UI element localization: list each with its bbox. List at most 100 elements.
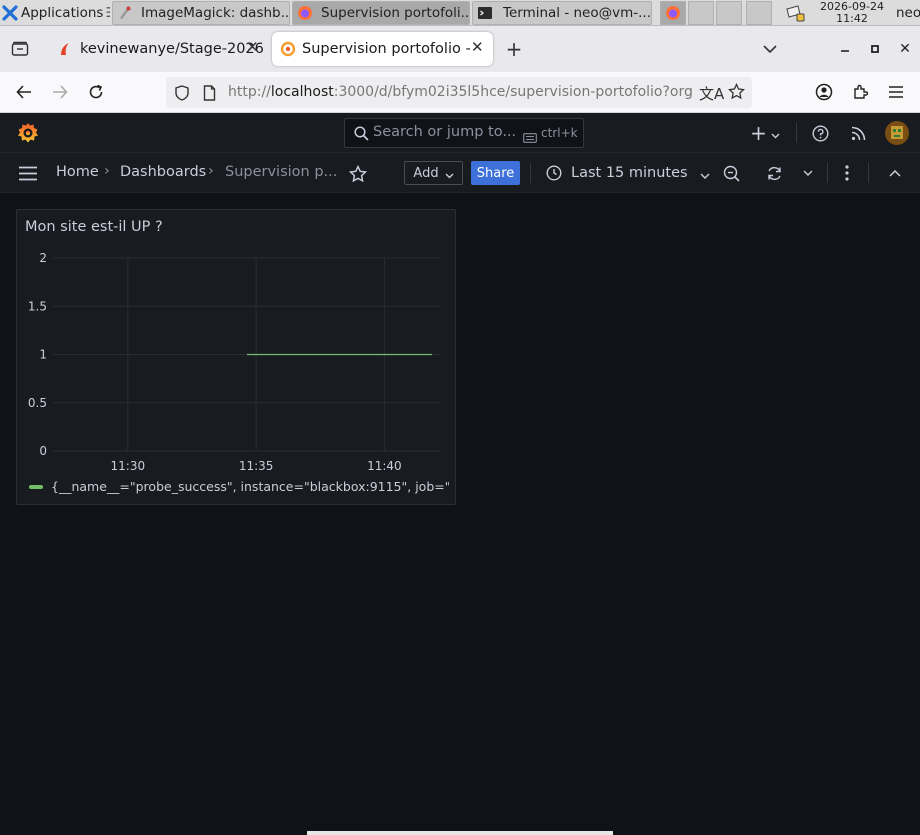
chevron-down-icon (771, 124, 780, 143)
legend: {__name__="probe_success", instance="bla… (29, 479, 449, 494)
share-button[interactable]: Share (471, 161, 520, 185)
search-icon (354, 126, 369, 145)
forward-arrow-icon[interactable] (47, 80, 73, 104)
task-terminal[interactable]: Terminal - neo@vm-... (472, 1, 652, 25)
time-range-picker[interactable]: Last 15 minutes (546, 161, 710, 185)
more-options-icon[interactable] (837, 162, 857, 184)
tab-grafana[interactable]: Supervision portofolio - D ✕ (272, 32, 493, 66)
add-button[interactable]: Add (404, 161, 463, 185)
task-label: Terminal - neo@vm-... (503, 5, 652, 21)
new-menu-button[interactable]: + (748, 121, 782, 145)
workspace-3[interactable] (716, 1, 742, 25)
plus-icon: + (750, 121, 767, 145)
minimize-window-icon[interactable] (836, 39, 854, 59)
task-label: ImageMagick: dashb... (141, 5, 290, 21)
help-icon[interactable] (809, 122, 831, 144)
chevron-down-icon (445, 164, 454, 183)
applications-menu[interactable]: Applications ☰ (2, 1, 110, 25)
add-label: Add (413, 165, 439, 181)
series-point (246, 353, 249, 356)
imagemagick-icon (117, 5, 133, 21)
favorite-star-icon[interactable] (347, 163, 369, 185)
task-firefox[interactable]: Supervision portofoli... (292, 1, 470, 25)
breadcrumb-dashboards[interactable]: Dashboards (120, 164, 206, 180)
url-path: :3000/d/bfym02i35l5hce/supervision-porto… (333, 84, 692, 100)
menu-toggle-icon[interactable] (16, 163, 40, 183)
zoom-out-icon[interactable] (720, 162, 742, 184)
divider (796, 123, 797, 143)
search-shortcut: ctrl+k (541, 126, 578, 140)
os-taskbar: Applications ☰ ImageMagick: dashb... Sup… (0, 0, 920, 26)
breadcrumb-home[interactable]: Home (56, 164, 99, 180)
bookmark-star-icon[interactable] (728, 82, 745, 104)
close-tab-icon[interactable]: ✕ (471, 38, 484, 56)
dashboard-toolbar: Home › Dashboards › Supervision p... Add… (0, 153, 920, 193)
y-tick-label: 1 (39, 348, 47, 362)
timeseries-chart[interactable]: 0 0.5 1 1.5 2 11:30 11:35 11:40 (17, 210, 455, 504)
account-icon[interactable] (811, 80, 837, 104)
firefox-icon (297, 5, 313, 21)
workspace-2[interactable] (688, 1, 714, 25)
collapse-chevron-up-icon[interactable] (885, 165, 905, 181)
grafana-icon (280, 41, 296, 57)
xfce-logo-icon (2, 5, 18, 21)
divider (530, 163, 531, 183)
divider (868, 163, 869, 183)
close-tab-icon[interactable]: ✕ (246, 38, 259, 56)
tab-label: Supervision portofolio - D (302, 41, 474, 57)
chevron-down-icon (700, 164, 710, 183)
maximize-window-icon[interactable] (866, 39, 884, 59)
clock[interactable]: 2026-09-24 11:42 (812, 1, 892, 25)
grafana-logo-icon[interactable] (16, 121, 40, 145)
x-tick-label: 11:40 (367, 459, 402, 473)
terminal-icon (477, 5, 493, 21)
timeseries-panel[interactable]: Mon site est-il UP ? 0 0.5 1 1.5 2 11:30 11:35… (16, 209, 456, 505)
clock-icon (546, 165, 562, 181)
url-prefix: http:// (228, 84, 271, 100)
translate-icon[interactable]: 文A (699, 83, 724, 104)
legend-series-label[interactable]: {__name__="probe_success", instance="bla… (51, 479, 449, 494)
page-info-icon[interactable] (203, 85, 216, 105)
keyboard-icon (523, 128, 537, 147)
breadcrumb-separator-icon: › (208, 163, 214, 179)
task-imagemagick[interactable]: ImageMagick: dashb... (112, 1, 290, 25)
tab-label: kevinewanye/Stage-2026 (80, 41, 264, 57)
user-avatar[interactable] (885, 121, 909, 145)
clock-time: 11:42 (836, 12, 868, 25)
y-tick-label: 0.5 (28, 396, 47, 410)
user-menu[interactable]: neo (896, 1, 920, 25)
url-bar[interactable]: http://localhost:3000/d/bfym02i35l5hce/s… (166, 77, 752, 108)
search-placeholder: Search or jump to... (373, 124, 517, 140)
menu-separator-icon: ☰ (105, 5, 110, 21)
x-tick-label: 11:30 (111, 459, 146, 473)
power-manager-icon[interactable] (784, 1, 808, 25)
y-tick-label: 0 (39, 444, 47, 458)
tab-gitlab[interactable]: kevinewanye/Stage-2026 ✕ (50, 32, 266, 66)
refresh-interval-chevron-icon[interactable] (800, 165, 816, 181)
back-arrow-icon[interactable] (11, 80, 37, 104)
series-point (430, 353, 433, 356)
tab-list-chevron-icon[interactable] (760, 39, 780, 59)
divider (827, 163, 828, 183)
new-tab-icon[interactable]: + (504, 37, 524, 61)
grafana-topbar: Search or jump to... ctrl+k + (0, 113, 920, 153)
task-firefox-small[interactable] (660, 1, 686, 25)
reload-icon[interactable] (83, 80, 109, 104)
breadcrumb-separator-icon: › (104, 163, 110, 179)
tab-overview-icon[interactable] (10, 39, 30, 59)
legend-swatch (29, 484, 43, 489)
y-tick-label: 1.5 (28, 299, 47, 313)
y-tick-label: 2 (39, 251, 47, 265)
browser-tab-strip: kevinewanye/Stage-2026 ✕ Supervision por… (0, 26, 920, 72)
news-feed-icon[interactable] (848, 122, 870, 144)
close-window-icon[interactable]: ✕ (896, 39, 914, 59)
url-host: localhost (270, 84, 334, 100)
refresh-icon[interactable] (763, 162, 785, 184)
hamburger-menu-icon[interactable] (883, 80, 909, 104)
shield-icon[interactable] (175, 85, 189, 105)
breadcrumb-current: Supervision p... (225, 164, 338, 180)
extensions-icon[interactable] (847, 80, 873, 104)
browser-navbar: http://localhost:3000/d/bfym02i35l5hce/s… (0, 72, 920, 113)
search-input[interactable]: Search or jump to... ctrl+k (344, 118, 584, 148)
workspace-4[interactable] (746, 1, 772, 25)
